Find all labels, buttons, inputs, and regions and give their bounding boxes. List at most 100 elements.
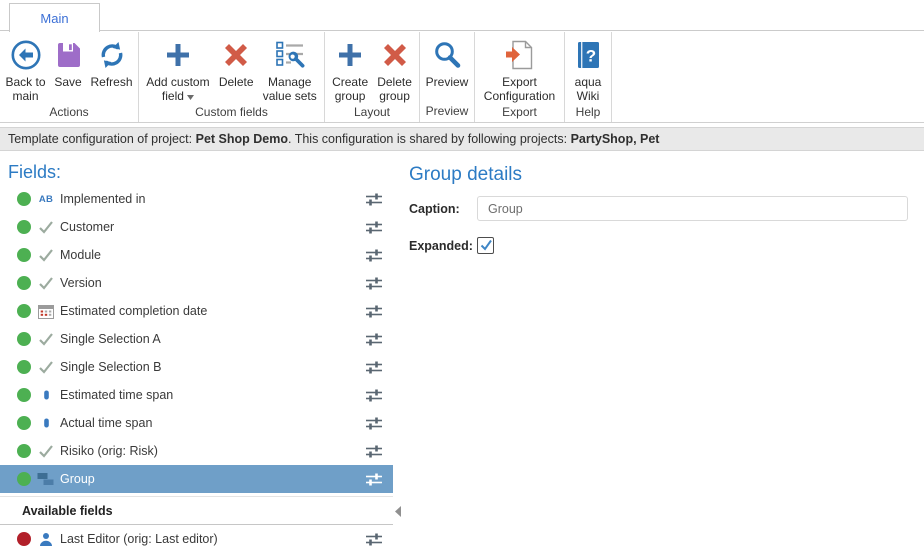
status-dot [17, 360, 31, 374]
ribbon-group-help: ?aquaWikiHelp [565, 32, 612, 122]
field-label: Version [60, 276, 102, 290]
check-icon [36, 360, 56, 374]
field-settings-icon[interactable] [365, 305, 383, 318]
delete-group-button[interactable]: Deletegroup [375, 35, 414, 104]
field-settings-icon[interactable] [365, 417, 383, 430]
tab-bar: Main [0, 0, 924, 31]
panel-collapse-icon[interactable] [395, 504, 401, 522]
export-configuration-button[interactable]: ExportConfiguration [482, 35, 557, 104]
status-dot [17, 444, 31, 458]
manage-value-sets-button[interactable]: Managevalue sets [261, 35, 319, 104]
field-settings-icon[interactable] [365, 221, 383, 234]
field-row-single-selection-b[interactable]: Single Selection B [0, 353, 393, 381]
create-group-icon [335, 36, 365, 73]
aqua-wiki-button[interactable]: ? aquaWiki [571, 35, 605, 104]
field-label: Last Editor (orig: Last editor) [60, 532, 218, 546]
button-label-line: group [379, 89, 410, 103]
status-dot [17, 332, 31, 346]
field-label: Single Selection A [60, 332, 161, 346]
fields-list: ABImplemented inCustomer Module Version Est… [0, 185, 393, 493]
field-settings-icon[interactable] [365, 389, 383, 402]
status-dot [17, 276, 31, 290]
button-label-line: Save [54, 75, 81, 89]
field-label: Module [60, 248, 101, 262]
field-label: Implemented in [60, 192, 145, 206]
ribbon-group-label: Actions [0, 104, 138, 123]
field-label: Single Selection B [60, 360, 161, 374]
field-settings-icon[interactable] [365, 473, 383, 486]
caption-input[interactable] [477, 196, 908, 221]
ribbon-group-preview: PreviewPreview [420, 32, 475, 122]
field-settings-icon[interactable] [365, 445, 383, 458]
save-button[interactable]: Save [51, 35, 85, 90]
field-row-actual-time-span[interactable]: Actual time span [0, 409, 393, 437]
field-row-single-selection-a[interactable]: Single Selection A [0, 325, 393, 353]
check-icon [36, 444, 56, 458]
button-label-line: Delete [377, 75, 412, 89]
delete-button[interactable]: Delete [217, 35, 256, 90]
field-row-estimated-time-span[interactable]: Estimated time span [0, 381, 393, 409]
create-group-button[interactable]: Creategroup [330, 35, 370, 104]
details-panel: Group details Caption: Expanded: [409, 151, 924, 548]
button-label-line: Preview [426, 75, 469, 89]
refresh-button[interactable]: Refresh [88, 35, 134, 90]
field-label: Group [60, 472, 95, 486]
field-row-last-editor-orig-last-editor[interactable]: Last Editor (orig: Last editor) [0, 525, 393, 553]
preview-icon [432, 36, 462, 73]
field-label: Actual time span [60, 416, 152, 430]
preview-button[interactable]: Preview [424, 35, 471, 90]
person-icon [36, 532, 56, 546]
button-label-line: group [335, 89, 366, 103]
button-label-line: field [162, 89, 194, 103]
ribbon-group-label: Layout [325, 104, 419, 123]
wiki-icon: ? [573, 36, 603, 73]
manage-value-sets-icon [274, 36, 306, 73]
field-settings-icon[interactable] [365, 277, 383, 290]
field-row-module[interactable]: Module [0, 241, 393, 269]
field-settings-icon[interactable] [365, 333, 383, 346]
field-label: Estimated completion date [60, 304, 207, 318]
field-row-implemented-in[interactable]: ABImplemented in [0, 185, 393, 213]
button-label-line: main [12, 89, 38, 103]
field-row-version[interactable]: Version [0, 269, 393, 297]
status-dot [17, 388, 31, 402]
add-custom-field-button[interactable]: Add customfield [144, 35, 211, 104]
tab-main[interactable]: Main [9, 3, 100, 32]
field-row-customer[interactable]: Customer [0, 213, 393, 241]
status-dot [17, 416, 31, 430]
status-dot [17, 248, 31, 262]
button-label-line: Export [502, 75, 537, 89]
field-label: Risiko (orig: Risk) [60, 444, 158, 458]
svg-text:?: ? [586, 46, 596, 65]
details-title: Group details [409, 163, 924, 186]
fields-panel-title: Fields: [8, 162, 402, 182]
button-label-line: Configuration [484, 89, 555, 103]
field-settings-icon[interactable] [365, 249, 383, 262]
save-icon [53, 36, 83, 73]
field-settings-icon[interactable] [365, 533, 383, 546]
info-bar: Template configuration of project: Pet S… [0, 127, 924, 151]
button-label-line: Delete [219, 75, 254, 89]
button-label-line: Wiki [577, 89, 600, 103]
status-dot [17, 220, 31, 234]
field-row-estimated-completion-date[interactable]: Estimated completion date [0, 297, 393, 325]
field-row-group[interactable]: Group [0, 465, 393, 493]
info-shared-projects: PartyShop, Pet [571, 132, 660, 146]
field-row-risiko-orig-risk[interactable]: Risiko (orig: Risk) [0, 437, 393, 465]
field-settings-icon[interactable] [365, 193, 383, 206]
check-icon [36, 276, 56, 290]
button-label-line: Refresh [90, 75, 132, 89]
button-label-line: aqua [575, 75, 602, 89]
back-icon [10, 36, 42, 73]
expanded-checkbox[interactable] [477, 237, 494, 254]
delete-icon [221, 36, 251, 73]
timespan-icon [36, 389, 56, 401]
back-to-main-button[interactable]: Back tomain [3, 35, 47, 104]
button-label-line: value sets [263, 89, 317, 103]
button-label-line: Manage [268, 75, 311, 89]
ribbon-group-label: Custom fields [139, 104, 324, 123]
status-dot [17, 472, 31, 486]
dropdown-caret-icon [187, 89, 194, 103]
field-settings-icon[interactable] [365, 361, 383, 374]
info-text-prefix: Template configuration of project: [8, 132, 192, 146]
